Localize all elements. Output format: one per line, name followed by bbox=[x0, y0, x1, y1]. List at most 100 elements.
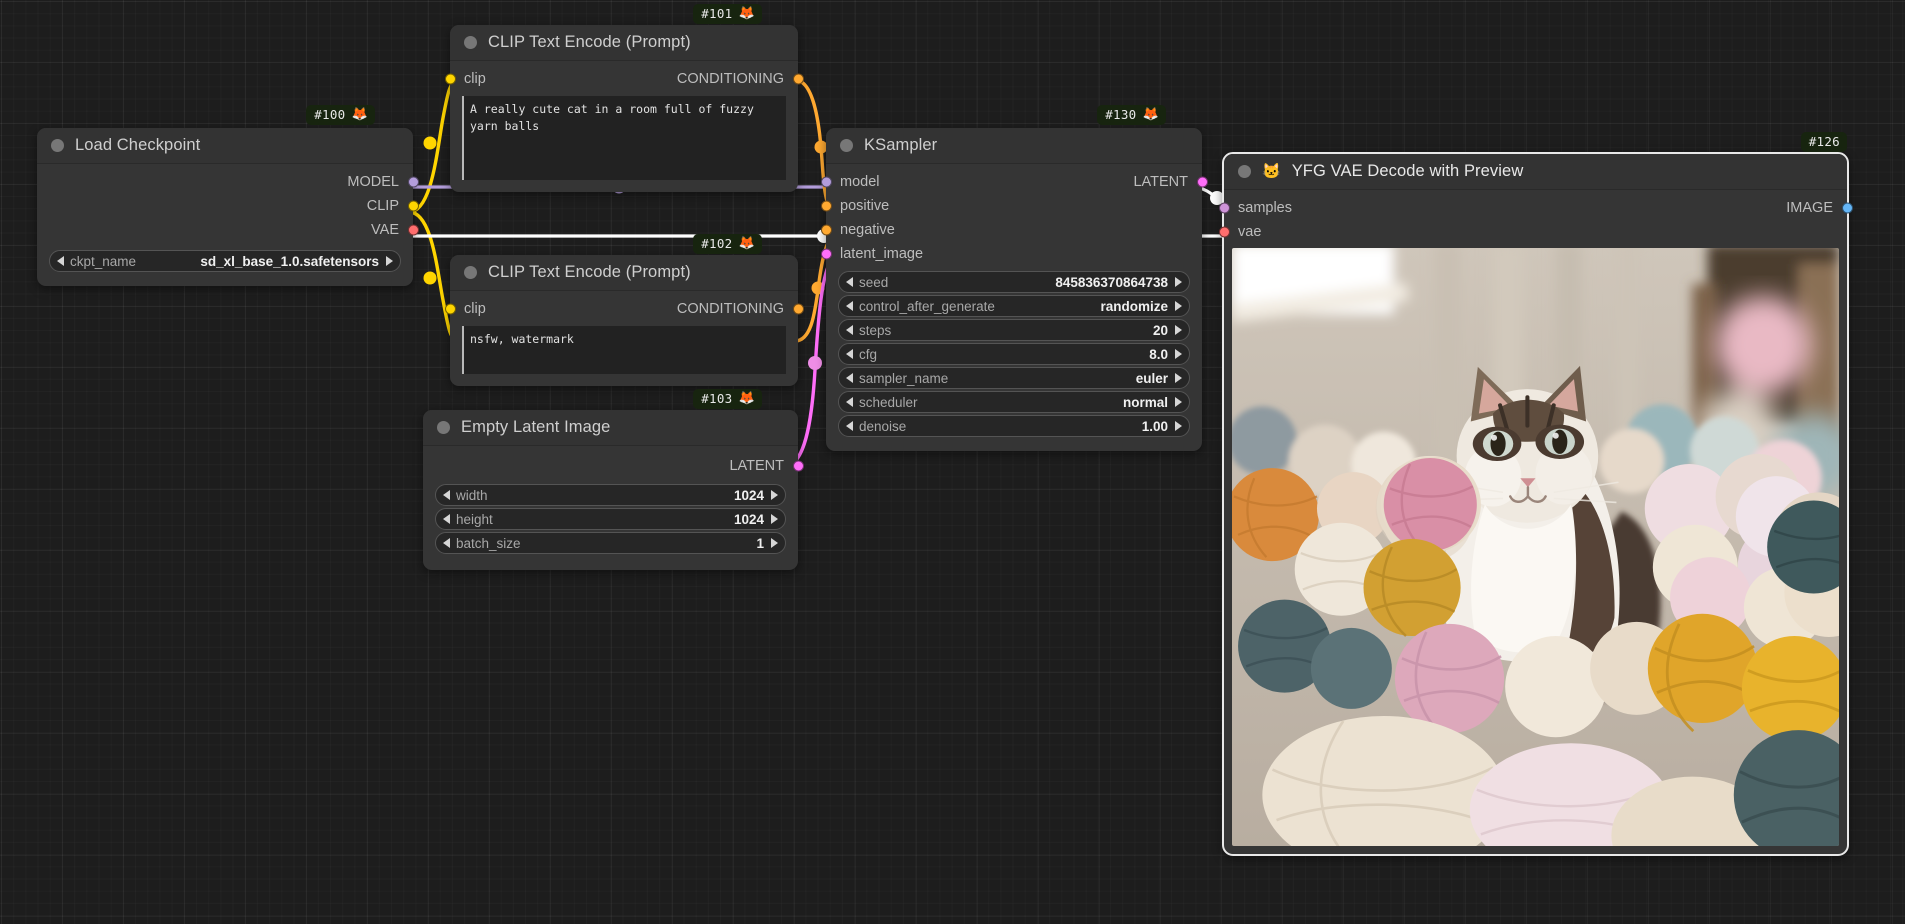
decrement-arrow-icon[interactable] bbox=[846, 277, 853, 287]
node-title-bar[interactable]: 🐱 YFG VAE Decode with Preview bbox=[1224, 154, 1847, 190]
decrement-arrow-icon[interactable] bbox=[57, 256, 64, 266]
decrement-arrow-icon[interactable] bbox=[443, 490, 450, 500]
clip-input-slot-dot[interactable] bbox=[444, 303, 456, 315]
node-clip-text-encode-negative[interactable]: #102 🦊 CLIP Text Encode (Prompt) clip CO… bbox=[444, 234, 804, 386]
vae-slot-dot[interactable] bbox=[407, 224, 419, 236]
decrement-arrow-icon[interactable] bbox=[846, 373, 853, 383]
widget-height[interactable]: height 1024 bbox=[435, 508, 786, 530]
node-title-bar[interactable]: CLIP Text Encode (Prompt) bbox=[450, 255, 798, 291]
prompt-textarea[interactable]: nsfw, watermark bbox=[462, 326, 786, 374]
graph-canvas[interactable]: #100 🦊 Load Checkpoint MODEL CLIP VAE ck… bbox=[0, 0, 1905, 924]
io-row-clip-conditioning[interactable]: clip CONDITIONING bbox=[444, 67, 804, 91]
increment-arrow-icon[interactable] bbox=[1175, 373, 1182, 383]
node-title-label: KSampler bbox=[864, 136, 938, 154]
widget-ckpt-name[interactable]: ckpt_name sd_xl_base_1.0.safetensors bbox=[49, 250, 401, 272]
output-slot-latent[interactable]: LATENT bbox=[423, 454, 804, 478]
widget-cfg[interactable]: cfg 8.0 bbox=[838, 343, 1190, 365]
widget-value: 845836370864738 bbox=[1055, 274, 1168, 290]
increment-arrow-icon[interactable] bbox=[771, 538, 778, 548]
decrement-arrow-icon[interactable] bbox=[846, 349, 853, 359]
clip-slot-dot[interactable] bbox=[407, 200, 419, 212]
node-ksampler[interactable]: #130 🦊 KSampler model LATENT positive ne… bbox=[820, 105, 1208, 451]
io-row-samples-image[interactable]: samples IMAGE bbox=[1218, 196, 1853, 220]
increment-arrow-icon[interactable] bbox=[386, 256, 393, 266]
node-id-badge: #101 🦊 bbox=[693, 4, 762, 24]
positive-input-slot-dot[interactable] bbox=[820, 200, 832, 212]
widget-control-after-generate[interactable]: control_after_generate randomize bbox=[838, 295, 1190, 317]
latent-image-input-slot-dot[interactable] bbox=[820, 248, 832, 260]
decrement-arrow-icon[interactable] bbox=[846, 301, 853, 311]
decrement-arrow-icon[interactable] bbox=[846, 397, 853, 407]
widget-steps[interactable]: steps 20 bbox=[838, 319, 1190, 341]
widget-label: sampler_name bbox=[859, 370, 949, 386]
collapse-icon[interactable] bbox=[840, 139, 853, 152]
widget-width[interactable]: width 1024 bbox=[435, 484, 786, 506]
slot-label: CLIP bbox=[366, 198, 399, 214]
decrement-arrow-icon[interactable] bbox=[443, 514, 450, 524]
input-slot-positive[interactable]: positive bbox=[820, 194, 1202, 218]
widget-sampler-name[interactable]: sampler_name euler bbox=[838, 367, 1190, 389]
widget-denoise[interactable]: denoise 1.00 bbox=[838, 415, 1190, 437]
output-slot-clip[interactable]: CLIP bbox=[37, 194, 419, 218]
input-slot-vae[interactable]: vae bbox=[1218, 220, 1847, 244]
io-row-model-latent[interactable]: model LATENT bbox=[820, 170, 1208, 194]
fox-icon: 🦊 bbox=[738, 236, 755, 251]
increment-arrow-icon[interactable] bbox=[1175, 301, 1182, 311]
node-title-bar[interactable]: Load Checkpoint bbox=[37, 128, 413, 164]
node-clip-text-encode-positive[interactable]: #101 🦊 CLIP Text Encode (Prompt) clip CO… bbox=[444, 4, 804, 192]
image-preview[interactable] bbox=[1232, 248, 1839, 846]
widget-label: ckpt_name bbox=[70, 253, 137, 269]
increment-arrow-icon[interactable] bbox=[1175, 277, 1182, 287]
increment-arrow-icon[interactable] bbox=[771, 514, 778, 524]
latent-slot-dot[interactable] bbox=[792, 460, 804, 472]
collapse-icon[interactable] bbox=[51, 139, 64, 152]
output-slot-vae[interactable]: VAE bbox=[37, 218, 419, 242]
node-id-badge: #100 🦊 bbox=[306, 105, 375, 125]
collapse-icon[interactable] bbox=[1238, 165, 1251, 178]
increment-arrow-icon[interactable] bbox=[1175, 349, 1182, 359]
increment-arrow-icon[interactable] bbox=[1175, 397, 1182, 407]
samples-input-slot-dot[interactable] bbox=[1218, 202, 1230, 214]
input-slot-latent-image[interactable]: latent_image bbox=[820, 242, 1202, 266]
widget-label: cfg bbox=[859, 346, 878, 362]
negative-input-slot-dot[interactable] bbox=[820, 224, 832, 236]
prompt-textarea[interactable]: A really cute cat in a room full of fuzz… bbox=[462, 96, 786, 180]
widget-seed[interactable]: seed 845836370864738 bbox=[838, 271, 1190, 293]
widget-value: sd_xl_base_1.0.safetensors bbox=[200, 253, 379, 269]
collapse-icon[interactable] bbox=[464, 36, 477, 49]
slot-label: LATENT bbox=[729, 458, 784, 474]
conditioning-output-slot-dot[interactable] bbox=[792, 73, 804, 85]
node-empty-latent-image[interactable]: #103 🦊 Empty Latent Image LATENT width 1… bbox=[423, 389, 804, 570]
widget-value: 20 bbox=[1152, 322, 1168, 338]
input-slot-negative[interactable]: negative bbox=[820, 218, 1202, 242]
decrement-arrow-icon[interactable] bbox=[443, 538, 450, 548]
decrement-arrow-icon[interactable] bbox=[846, 325, 853, 335]
image-output-slot-dot[interactable] bbox=[1841, 202, 1853, 214]
node-yfg-vae-decode-with-preview[interactable]: #126 🐱 YFG VAE Decode with Preview sampl… bbox=[1218, 132, 1853, 856]
increment-arrow-icon[interactable] bbox=[771, 490, 778, 500]
clip-input-slot-dot[interactable] bbox=[444, 73, 456, 85]
collapse-icon[interactable] bbox=[464, 266, 477, 279]
latent-output-slot-dot[interactable] bbox=[1196, 176, 1208, 188]
widget-value: normal bbox=[1122, 394, 1168, 410]
slot-label: model bbox=[840, 174, 880, 190]
conditioning-output-slot-dot[interactable] bbox=[792, 303, 804, 315]
node-id-badge: #130 🦊 bbox=[1097, 105, 1166, 125]
io-row-clip-conditioning[interactable]: clip CONDITIONING bbox=[444, 297, 804, 321]
widget-batch-size[interactable]: batch_size 1 bbox=[435, 532, 786, 554]
node-title-bar[interactable]: Empty Latent Image bbox=[423, 410, 798, 446]
node-load-checkpoint[interactable]: #100 🦊 Load Checkpoint MODEL CLIP VAE ck… bbox=[37, 105, 419, 286]
node-id-text: #103 bbox=[701, 391, 733, 406]
output-slot-model[interactable]: MODEL bbox=[37, 170, 419, 194]
node-title-bar[interactable]: CLIP Text Encode (Prompt) bbox=[450, 25, 798, 61]
model-input-slot-dot[interactable] bbox=[820, 176, 832, 188]
increment-arrow-icon[interactable] bbox=[1175, 325, 1182, 335]
vae-input-slot-dot[interactable] bbox=[1218, 226, 1230, 238]
node-title-bar[interactable]: KSampler bbox=[826, 128, 1202, 164]
model-slot-dot[interactable] bbox=[407, 176, 419, 188]
widget-scheduler[interactable]: scheduler normal bbox=[838, 391, 1190, 413]
widget-value: 8.0 bbox=[1149, 346, 1168, 362]
increment-arrow-icon[interactable] bbox=[1175, 421, 1182, 431]
decrement-arrow-icon[interactable] bbox=[846, 421, 853, 431]
collapse-icon[interactable] bbox=[437, 421, 450, 434]
